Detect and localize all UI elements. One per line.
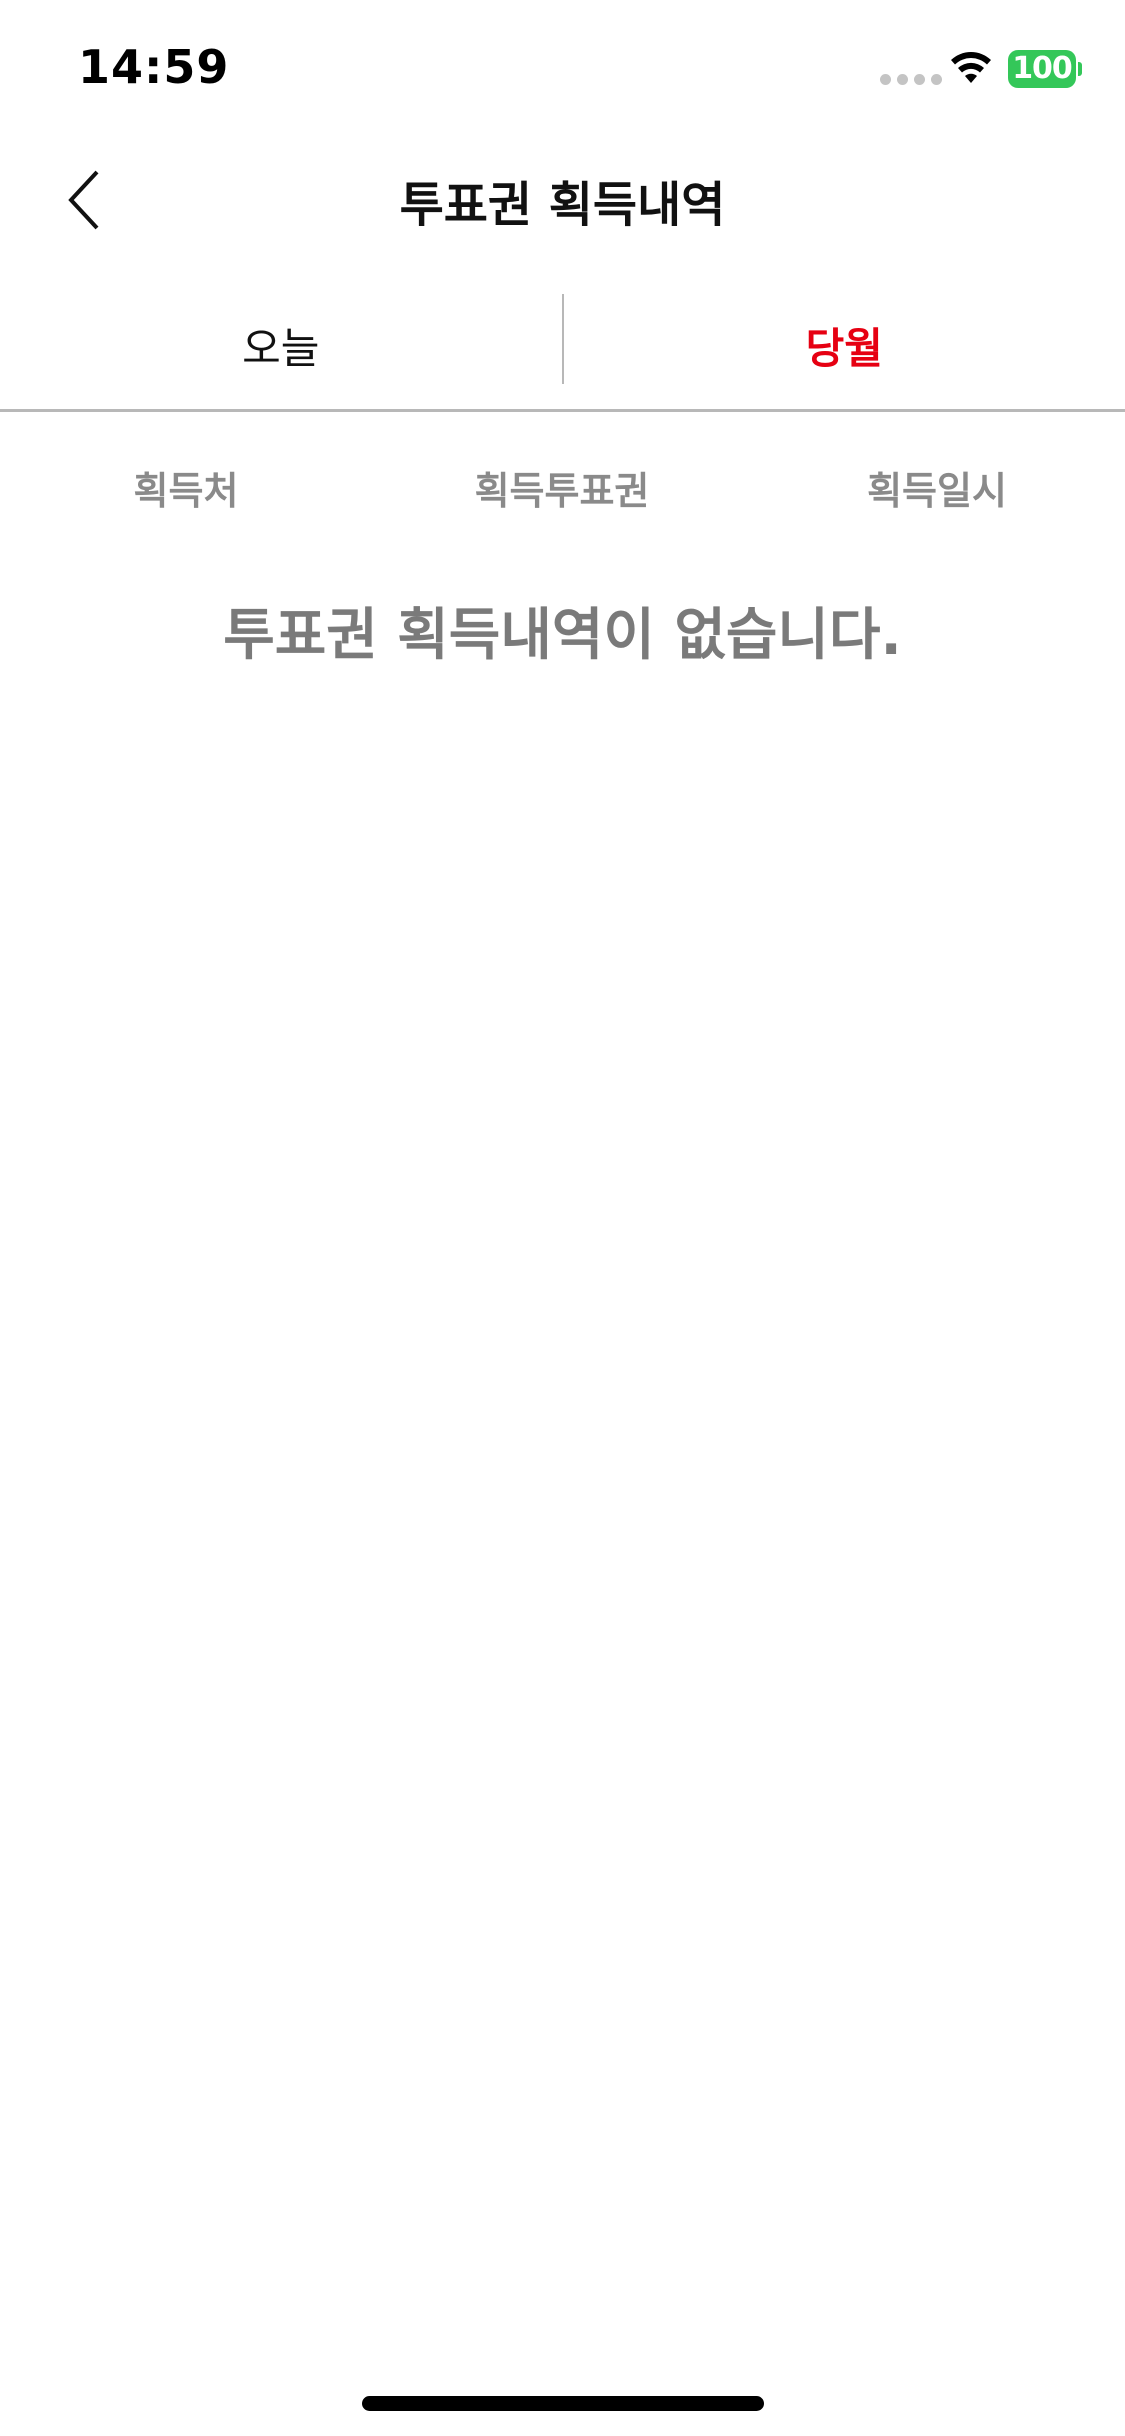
status-time: 14:59 [78,40,230,94]
vote-history-screen: 14:59 100 투표권 획득내역 오늘 당월 획득처 획득투표권 획득일시 … [0,0,1125,2436]
battery-icon: 100 [1008,50,1082,88]
wifi-icon [951,52,991,83]
column-header-votes: 획득투표권 [474,469,650,513]
cellular-signal-icon [880,74,942,85]
tab-this-month[interactable]: 당월 [564,292,1125,409]
column-header-source: 획득처 [133,469,239,513]
column-header-datetime: 획득일시 [867,469,1007,513]
table-header: 획득처 획득투표권 획득일시 [0,460,1125,520]
battery-level: 100 [1008,50,1076,88]
tab-today[interactable]: 오늘 [0,292,562,409]
period-tabs: 오늘 당월 [0,292,1125,412]
empty-state-message: 투표권 획득내역이 없습니다. [223,603,902,668]
home-indicator[interactable] [362,2396,764,2411]
page-title: 투표권 획득내역 [399,177,726,233]
nav-header: 투표권 획득내역 [0,135,1125,259]
status-bar: 14:59 100 [0,0,1125,135]
